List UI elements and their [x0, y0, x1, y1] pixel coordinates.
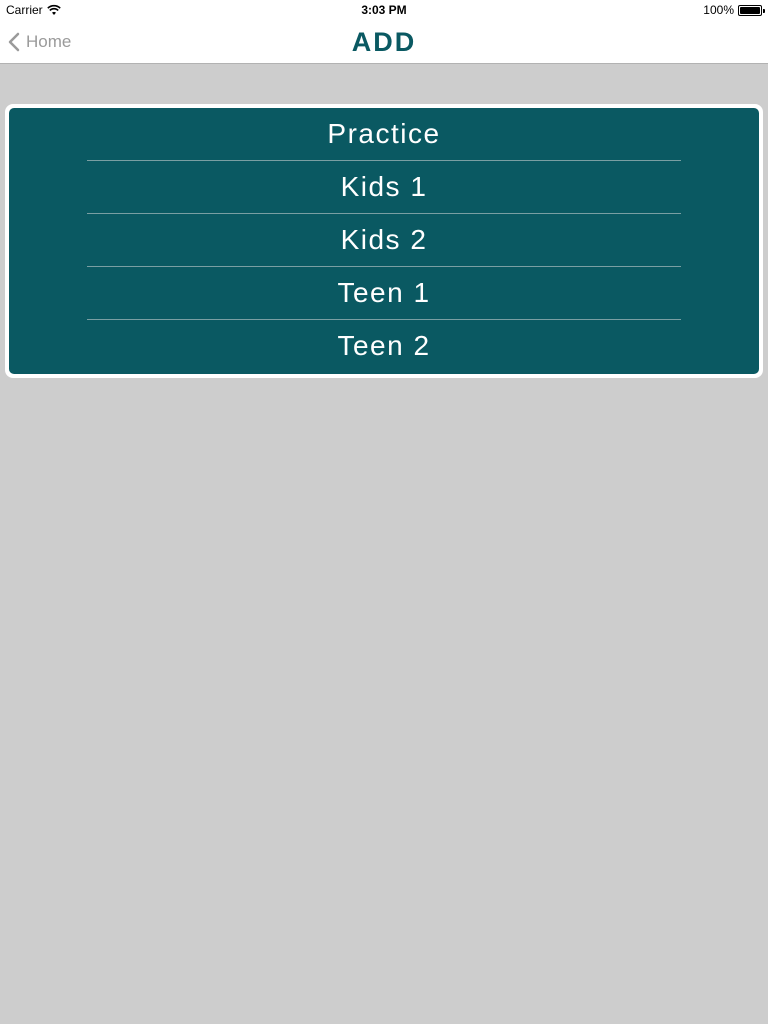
status-right: 100%	[703, 3, 765, 17]
menu-list: Practice Kids 1 Kids 2 Teen 1 Teen 2	[9, 108, 759, 374]
battery-icon	[738, 4, 765, 16]
menu-item-teen-1[interactable]: Teen 1	[87, 267, 681, 320]
battery-percent: 100%	[703, 3, 734, 17]
menu-item-teen-2[interactable]: Teen 2	[87, 320, 681, 373]
menu-item-kids-1[interactable]: Kids 1	[87, 161, 681, 214]
page-title: ADD	[351, 27, 417, 57]
status-time: 3:03 PM	[361, 3, 407, 17]
menu-item-practice[interactable]: Practice	[87, 108, 681, 161]
menu-card: Practice Kids 1 Kids 2 Teen 1 Teen 2	[5, 104, 763, 378]
navigation-bar: Home ADD	[0, 20, 768, 64]
status-bar: Carrier 3:03 PM 100%	[0, 0, 768, 20]
menu-item-kids-2[interactable]: Kids 2	[87, 214, 681, 267]
